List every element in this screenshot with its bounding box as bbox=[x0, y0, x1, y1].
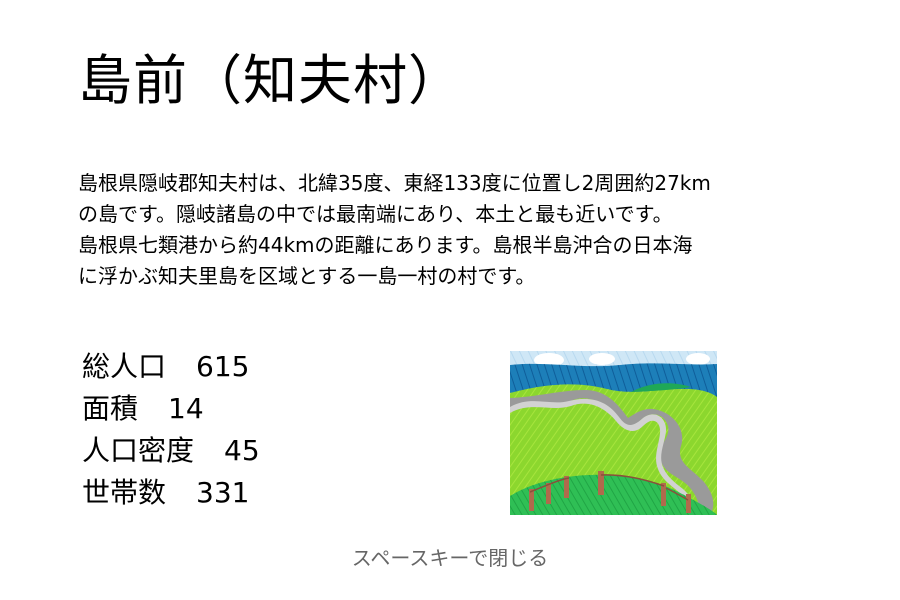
area-stat: 面積 14 bbox=[82, 388, 260, 430]
description-line: の島です。隠岐諸島の中では最南端にあり、本土と最も近いです。 bbox=[78, 202, 673, 226]
households-stat: 世帯数 331 bbox=[82, 472, 260, 514]
stat-value: 331 bbox=[196, 476, 250, 509]
stat-label: 面積 bbox=[82, 392, 139, 425]
stat-value: 45 bbox=[224, 434, 260, 467]
description-line: に浮かぶ知夫里島を区域とする一島一村の村です。 bbox=[78, 264, 536, 288]
stat-value: 615 bbox=[196, 350, 250, 383]
description-line: 島根県七類港から約44kmの距離にあります。島根半島沖合の日本海 bbox=[78, 233, 693, 257]
cloud bbox=[686, 353, 710, 365]
close-hint: スペースキーで閉じる bbox=[351, 546, 549, 570]
fence-post bbox=[686, 494, 691, 513]
statistics-list: 総人口 615 面積 14 人口密度 45 世帯数 331 bbox=[82, 346, 260, 514]
stat-label: 世帯数 bbox=[82, 476, 167, 509]
island-description: 島根県隠岐郡知夫村は、北緯35度、東経133度に位置し2周囲約27km の島です… bbox=[78, 168, 888, 292]
island-landscape-image bbox=[510, 351, 717, 515]
cloud bbox=[589, 353, 615, 365]
island-landscape-icon bbox=[510, 351, 717, 515]
stat-label: 総人口 bbox=[82, 350, 167, 383]
population-density-stat: 人口密度 45 bbox=[82, 430, 260, 472]
fence-post bbox=[546, 483, 551, 504]
stat-value: 14 bbox=[168, 392, 204, 425]
description-line: 島根県隠岐郡知夫村は、北緯35度、東経133度に位置し2周囲約27km bbox=[78, 171, 711, 195]
fence-post bbox=[529, 489, 534, 511]
population-stat: 総人口 615 bbox=[82, 346, 260, 388]
page-title: 島前（知夫村） bbox=[78, 49, 463, 112]
stat-label: 人口密度 bbox=[82, 434, 195, 467]
island-info-screen: 島前（知夫村） 島根県隠岐郡知夫村は、北緯35度、東経133度に位置し2周囲約2… bbox=[0, 0, 900, 600]
